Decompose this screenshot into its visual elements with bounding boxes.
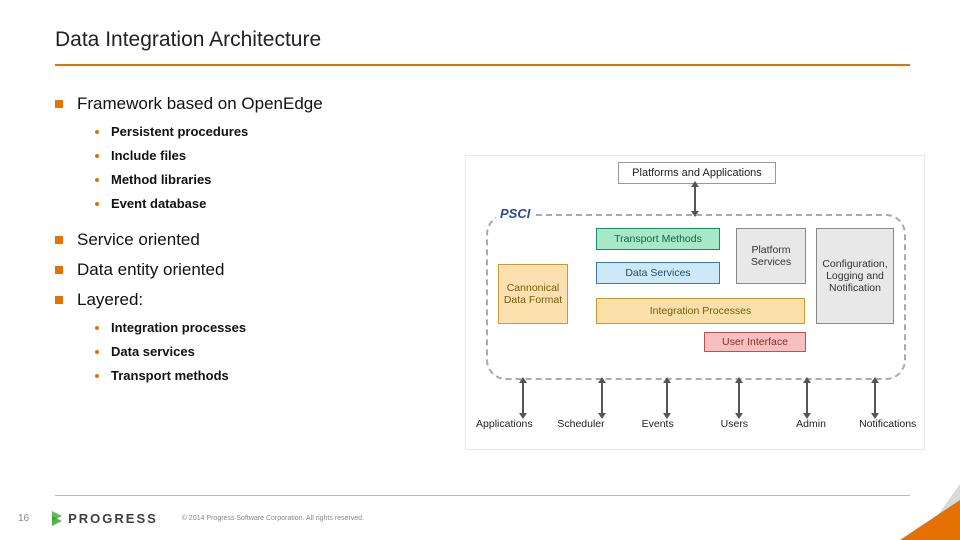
double-arrow-icon — [874, 382, 876, 414]
dot-bullet-icon — [95, 350, 99, 354]
bullet-list: Framework based on OpenEdge Persistent p… — [55, 88, 455, 392]
bottom-label: Events — [619, 418, 696, 430]
page-number: 16 — [18, 513, 29, 524]
bottom-label: Users — [696, 418, 773, 430]
double-arrow-icon — [601, 382, 603, 414]
dot-bullet-icon — [95, 154, 99, 158]
footer: 16 PROGRESS © 2014 Progress Software Cor… — [18, 510, 364, 526]
configuration-box: Configuration, Logging and Notification — [816, 228, 894, 324]
bullet-1-sub-3: Method libraries — [95, 172, 455, 187]
psci-label: PSCI — [496, 206, 534, 221]
dot-bullet-icon — [95, 326, 99, 330]
double-arrow-icon — [694, 186, 696, 212]
bullet-1-sub-4: Event database — [95, 196, 455, 211]
title-rule — [55, 64, 910, 66]
diagram-bottom-labels: Applications Scheduler Events Users Admi… — [466, 418, 926, 430]
bullet-1-sub-2: Include files — [95, 148, 455, 163]
transport-methods-box: Transport Methods — [596, 228, 720, 250]
bottom-label: Notifications — [849, 418, 926, 430]
square-bullet-icon — [55, 100, 63, 108]
bottom-label: Applications — [466, 418, 543, 430]
canonical-data-box: Cannonical Data Format — [498, 264, 568, 324]
bullet-2: Service oriented — [55, 230, 455, 250]
platform-services-box: Platform Services — [736, 228, 806, 284]
bullet-4: Layered: — [55, 290, 455, 310]
bottom-label: Scheduler — [543, 418, 620, 430]
square-bullet-icon — [55, 266, 63, 274]
dot-bullet-icon — [95, 374, 99, 378]
bullet-4-sub-1: Integration processes — [95, 320, 455, 335]
bullet-3: Data entity oriented — [55, 260, 455, 280]
bullet-1-text: Framework based on OpenEdge — [77, 94, 323, 114]
bullet-1-sub-1: Persistent procedures — [95, 124, 455, 139]
dot-bullet-icon — [95, 130, 99, 134]
bullet-4-sub-2: Data services — [95, 344, 455, 359]
double-arrow-icon — [522, 382, 524, 414]
user-interface-box: User Interface — [704, 332, 806, 352]
integration-processes-box: Integration Processes — [596, 298, 805, 324]
double-arrow-icon — [806, 382, 808, 414]
footer-rule — [55, 495, 910, 496]
dot-bullet-icon — [95, 178, 99, 182]
corner-decoration-icon — [900, 500, 960, 540]
page-title: Data Integration Architecture — [55, 28, 321, 52]
data-services-box: Data Services — [596, 262, 720, 284]
double-arrow-icon — [666, 382, 668, 414]
architecture-diagram: Platforms and Applications PSCI Cannonic… — [465, 155, 925, 450]
dot-bullet-icon — [95, 202, 99, 206]
progress-logo: PROGRESS — [49, 510, 158, 526]
bottom-label: Admin — [773, 418, 850, 430]
square-bullet-icon — [55, 296, 63, 304]
progress-mark-icon — [49, 510, 65, 526]
square-bullet-icon — [55, 236, 63, 244]
bullet-1: Framework based on OpenEdge — [55, 94, 455, 114]
bullet-4-sub-3: Transport methods — [95, 368, 455, 383]
copyright-text: © 2014 Progress Software Corporation. Al… — [182, 515, 364, 522]
slide: Data Integration Architecture Framework … — [0, 0, 960, 540]
double-arrow-icon — [738, 382, 740, 414]
